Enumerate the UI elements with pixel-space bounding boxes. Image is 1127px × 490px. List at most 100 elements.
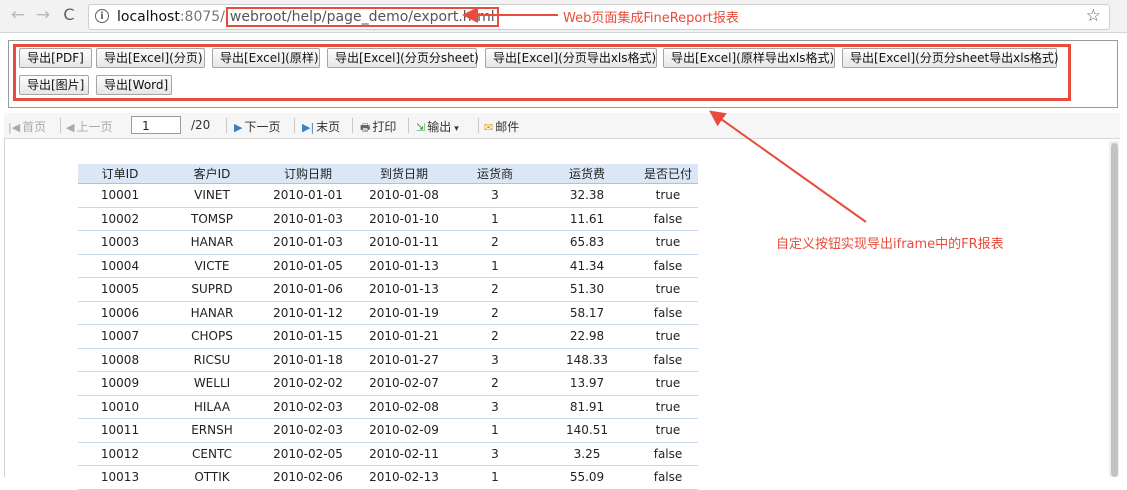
- toolbar-divider: [352, 118, 353, 133]
- table-cell: 148.33: [536, 348, 638, 372]
- table-cell: 2: [454, 371, 536, 396]
- table-cell: 10008: [78, 348, 162, 372]
- toolbar-divider: [60, 118, 61, 133]
- table-header-row: 订单ID 客户ID 订购日期 到货日期 运货商 运货费 是否已付: [78, 164, 698, 184]
- output-button[interactable]: ⇲ 输出 ▾: [416, 118, 459, 135]
- table-cell: false: [638, 348, 698, 372]
- print-label: 打印: [372, 120, 397, 134]
- table-cell: 1: [454, 418, 536, 443]
- table-cell: false: [638, 207, 698, 231]
- url-host: localhost: [117, 9, 180, 25]
- table-cell: 58.17: [536, 301, 638, 325]
- table-row: 10008 RICSU 2010-01-18 2010-01-27 3 148.33 fal…: [78, 348, 698, 372]
- next-page-label: 下一页: [244, 120, 281, 134]
- table-cell: RICSU: [162, 348, 262, 372]
- table-cell: 13.97: [536, 371, 638, 396]
- table-cell: 55.09: [536, 465, 638, 490]
- table-cell: OTTIK: [162, 465, 262, 490]
- table-cell: 41.34: [536, 254, 638, 278]
- table-cell: true: [638, 418, 698, 443]
- prev-page-button[interactable]: ◀ 上一页: [66, 118, 112, 135]
- table-cell: VINET: [162, 183, 262, 208]
- star-icon[interactable]: ☆: [1086, 6, 1101, 26]
- table-cell: 22.98: [536, 324, 638, 349]
- table-cell: 2010-02-09: [354, 418, 454, 443]
- table-cell: 2010-01-21: [354, 324, 454, 349]
- table-cell: 2: [454, 277, 536, 302]
- mail-label: 邮件: [495, 120, 520, 134]
- table-cell: true: [638, 277, 698, 302]
- table-cell: 3.25: [536, 442, 638, 466]
- column-header: 订购日期: [262, 164, 354, 184]
- table-cell: 3: [454, 183, 536, 208]
- next-page-button[interactable]: ▶ 下一页: [234, 118, 280, 135]
- table-cell: 2010-02-02: [262, 371, 354, 396]
- table-cell: 140.51: [536, 418, 638, 443]
- chevron-down-icon: ▾: [454, 124, 459, 134]
- table-row: 10003 HANAR 2010-01-03 2010-01-11 2 65.83 true: [78, 230, 698, 255]
- table-cell: 2010-01-27: [354, 348, 454, 372]
- table-cell: 2010-01-13: [354, 277, 454, 302]
- toolbar-divider: [226, 118, 227, 133]
- table-cell: 10010: [78, 395, 162, 419]
- table-cell: true: [638, 395, 698, 419]
- table-cell: 3: [454, 442, 536, 466]
- info-icon[interactable]: i: [95, 9, 109, 23]
- table-row: 10004 VICTE 2010-01-05 2010-01-13 1 41.34 fals…: [78, 254, 698, 278]
- table-cell: 2010-02-11: [354, 442, 454, 466]
- reload-icon[interactable]: C: [59, 5, 79, 25]
- table-cell: 2010-01-06: [262, 277, 354, 302]
- table-cell: HILAA: [162, 395, 262, 419]
- table-cell: 2010-02-13: [354, 465, 454, 490]
- table-cell: 2010-01-15: [262, 324, 354, 349]
- table-cell: 2010-01-18: [262, 348, 354, 372]
- output-label: 输出: [427, 120, 452, 134]
- table-cell: 3: [454, 395, 536, 419]
- next-page-icon: ▶: [234, 121, 243, 134]
- url-path: webroot/help/page_demo/export.html: [225, 7, 499, 27]
- table-cell: 2: [454, 301, 536, 325]
- table-cell: 2: [454, 230, 536, 255]
- table-cell: 2010-01-01: [262, 183, 354, 208]
- table-cell: 10013: [78, 465, 162, 490]
- table-cell: 11.61: [536, 207, 638, 231]
- table-cell: 2010-01-13: [354, 254, 454, 278]
- table-row: 10009 WELLI 2010-02-02 2010-02-07 2 13.97 true: [78, 371, 698, 396]
- mail-icon: ✉: [484, 121, 494, 134]
- last-page-button[interactable]: ▶| 末页: [302, 118, 340, 135]
- table-cell: 3: [454, 348, 536, 372]
- table-cell: HANAR: [162, 301, 262, 325]
- table-row: 10006 HANAR 2010-01-12 2010-01-19 2 58.17 fals…: [78, 301, 698, 325]
- page-number-input[interactable]: 1: [131, 116, 181, 134]
- table-cell: 10007: [78, 324, 162, 349]
- table-cell: 2010-01-03: [262, 207, 354, 231]
- toolbar-divider: [294, 118, 295, 133]
- column-header: 订单ID: [78, 164, 162, 184]
- table-cell: true: [638, 183, 698, 208]
- table-cell: WELLI: [162, 371, 262, 396]
- table-cell: 1: [454, 254, 536, 278]
- mail-button[interactable]: ✉ 邮件: [484, 118, 519, 135]
- scrollbar-thumb[interactable]: [1111, 143, 1118, 477]
- print-button[interactable]: 🖶 打印: [360, 118, 396, 138]
- back-icon[interactable]: ←: [8, 5, 28, 25]
- table-cell: false: [638, 442, 698, 466]
- table-cell: 2010-02-05: [262, 442, 354, 466]
- table-cell: 65.83: [536, 230, 638, 255]
- url-port: :8075/: [179, 9, 225, 25]
- table-row: 10011 ERNSH 2010-02-03 2010-02-09 1 140.51 tru…: [78, 418, 698, 443]
- table-cell: 2010-01-19: [354, 301, 454, 325]
- table-cell: HANAR: [162, 230, 262, 255]
- table-cell: 2010-01-05: [262, 254, 354, 278]
- column-header: 客户ID: [162, 164, 262, 184]
- table-row: 10005 SUPRD 2010-01-06 2010-01-13 2 51.30 true: [78, 277, 698, 302]
- table-row: 10001 VINET 2010-01-01 2010-01-08 3 32.38 true: [78, 183, 698, 208]
- table-cell: 10004: [78, 254, 162, 278]
- table-row: 10007 CHOPS 2010-01-15 2010-01-21 2 22.98 true: [78, 324, 698, 349]
- table-cell: 10011: [78, 418, 162, 443]
- table-row: 10012 CENTC 2010-02-05 2010-02-11 3 3.25 false: [78, 442, 698, 466]
- first-page-button[interactable]: |◀ 首页: [8, 118, 46, 135]
- export-icon: ⇲: [416, 121, 426, 134]
- forward-icon[interactable]: →: [33, 5, 53, 25]
- column-header: 运货费: [536, 164, 638, 184]
